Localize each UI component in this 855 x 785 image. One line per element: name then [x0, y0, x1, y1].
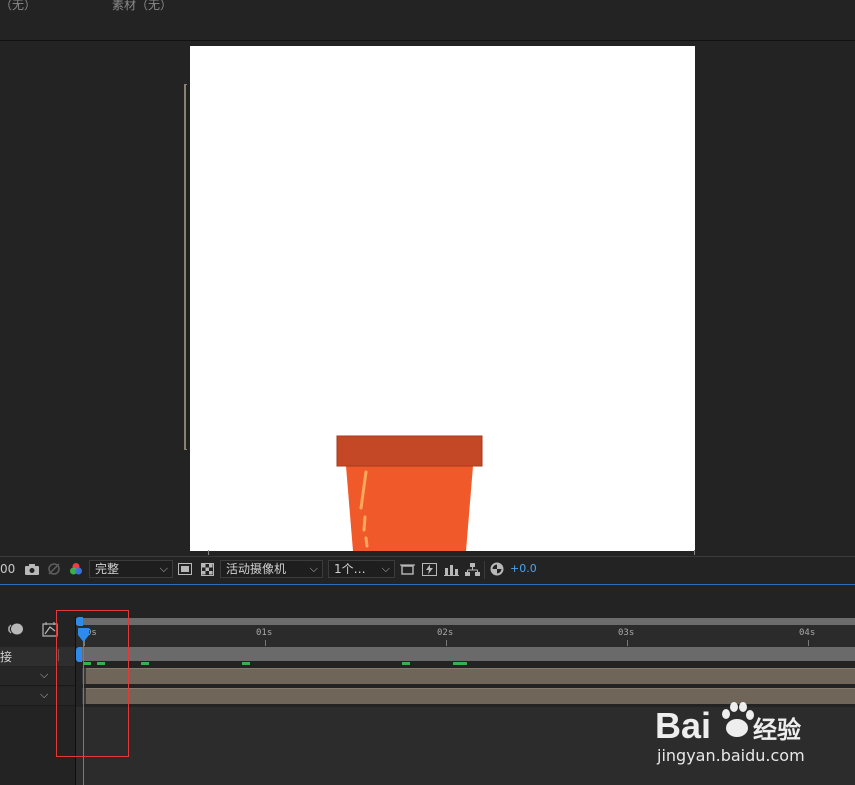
fast-preview-icon[interactable]: [421, 561, 437, 577]
channel-rgb-icon[interactable]: [68, 561, 84, 577]
footage-label: 素材（无）: [112, 0, 173, 12]
ruler-tick: [265, 640, 266, 646]
view-layout-dropdown[interactable]: 1个… ⌵: [328, 560, 395, 578]
ruler-tick: [808, 640, 809, 646]
layer-row-label: 接: [0, 650, 13, 664]
timeline-toggle-icon[interactable]: [443, 561, 459, 577]
chevron-down-icon: ⌵: [159, 562, 168, 575]
view-layout-value: 1个…: [334, 562, 366, 576]
ruler-tick-label: 03s: [618, 628, 635, 638]
chevron-down-icon[interactable]: ⌵: [40, 688, 48, 702]
exposure-value[interactable]: +0.0: [510, 562, 537, 575]
work-area-bar[interactable]: [76, 618, 855, 625]
camera-icon[interactable]: [24, 561, 40, 577]
layer-label: （无）: [0, 0, 37, 12]
transparency-grid-icon[interactable]: [199, 561, 215, 577]
ruler-tick-label: 01s: [256, 628, 273, 638]
reset-exposure-icon[interactable]: [489, 561, 505, 577]
project-panel-header: （无） 素材（无）: [0, 0, 855, 41]
resolution-dropdown[interactable]: 完整 ⌵: [89, 560, 173, 578]
ruler-tick-label: 02s: [437, 628, 454, 638]
cache-marker: [242, 662, 250, 665]
flowchart-icon[interactable]: [464, 561, 480, 577]
pot-highlight: [362, 515, 367, 532]
cache-marker: [141, 662, 149, 665]
viewer-toolbar: 00 完整 ⌵ 活动摄像机 ⌵ 1个… ⌵ +0.0: [0, 556, 855, 583]
canvas-edge-tick: [694, 550, 695, 555]
pixel-aspect-icon[interactable]: [399, 561, 415, 577]
camera-view-value: 活动摄像机: [226, 562, 287, 576]
pot-highlight: [364, 536, 369, 548]
cache-marker: [453, 662, 467, 665]
annotation-highlight-box: [56, 610, 129, 757]
region-of-interest-bracket: [184, 84, 187, 450]
flower-pot-graphic: [336, 435, 483, 551]
ruler-tick: [446, 640, 447, 646]
layer-bar[interactable]: [82, 668, 855, 684]
composition-canvas[interactable]: [190, 46, 695, 551]
region-of-interest-icon[interactable]: [177, 561, 193, 577]
ruler-tick: [627, 640, 628, 646]
motion-blur-icon[interactable]: [8, 621, 24, 637]
chevron-down-icon: ⌵: [309, 562, 318, 575]
watermark-url: jingyan.baidu.com: [657, 746, 805, 765]
pot-rim: [336, 435, 483, 467]
toolbar-separator: [484, 561, 485, 579]
svg-text:Bai: Bai: [655, 705, 711, 746]
cache-marker: [402, 662, 410, 665]
svg-text:经验: 经验: [753, 716, 801, 744]
resolution-value: 完整: [95, 562, 120, 576]
chevron-down-icon: ⌵: [381, 562, 390, 575]
chevron-down-icon[interactable]: ⌵: [40, 668, 48, 682]
zoom-value[interactable]: 00: [0, 562, 15, 576]
time-ruler[interactable]: [76, 625, 855, 647]
canvas-edge-tick: [208, 550, 209, 555]
comp-duration-bar[interactable]: [82, 647, 855, 661]
camera-view-dropdown[interactable]: 活动摄像机 ⌵: [220, 560, 323, 578]
show-snapshot-icon[interactable]: [46, 561, 62, 577]
ruler-tick-label: 04s: [799, 628, 816, 638]
